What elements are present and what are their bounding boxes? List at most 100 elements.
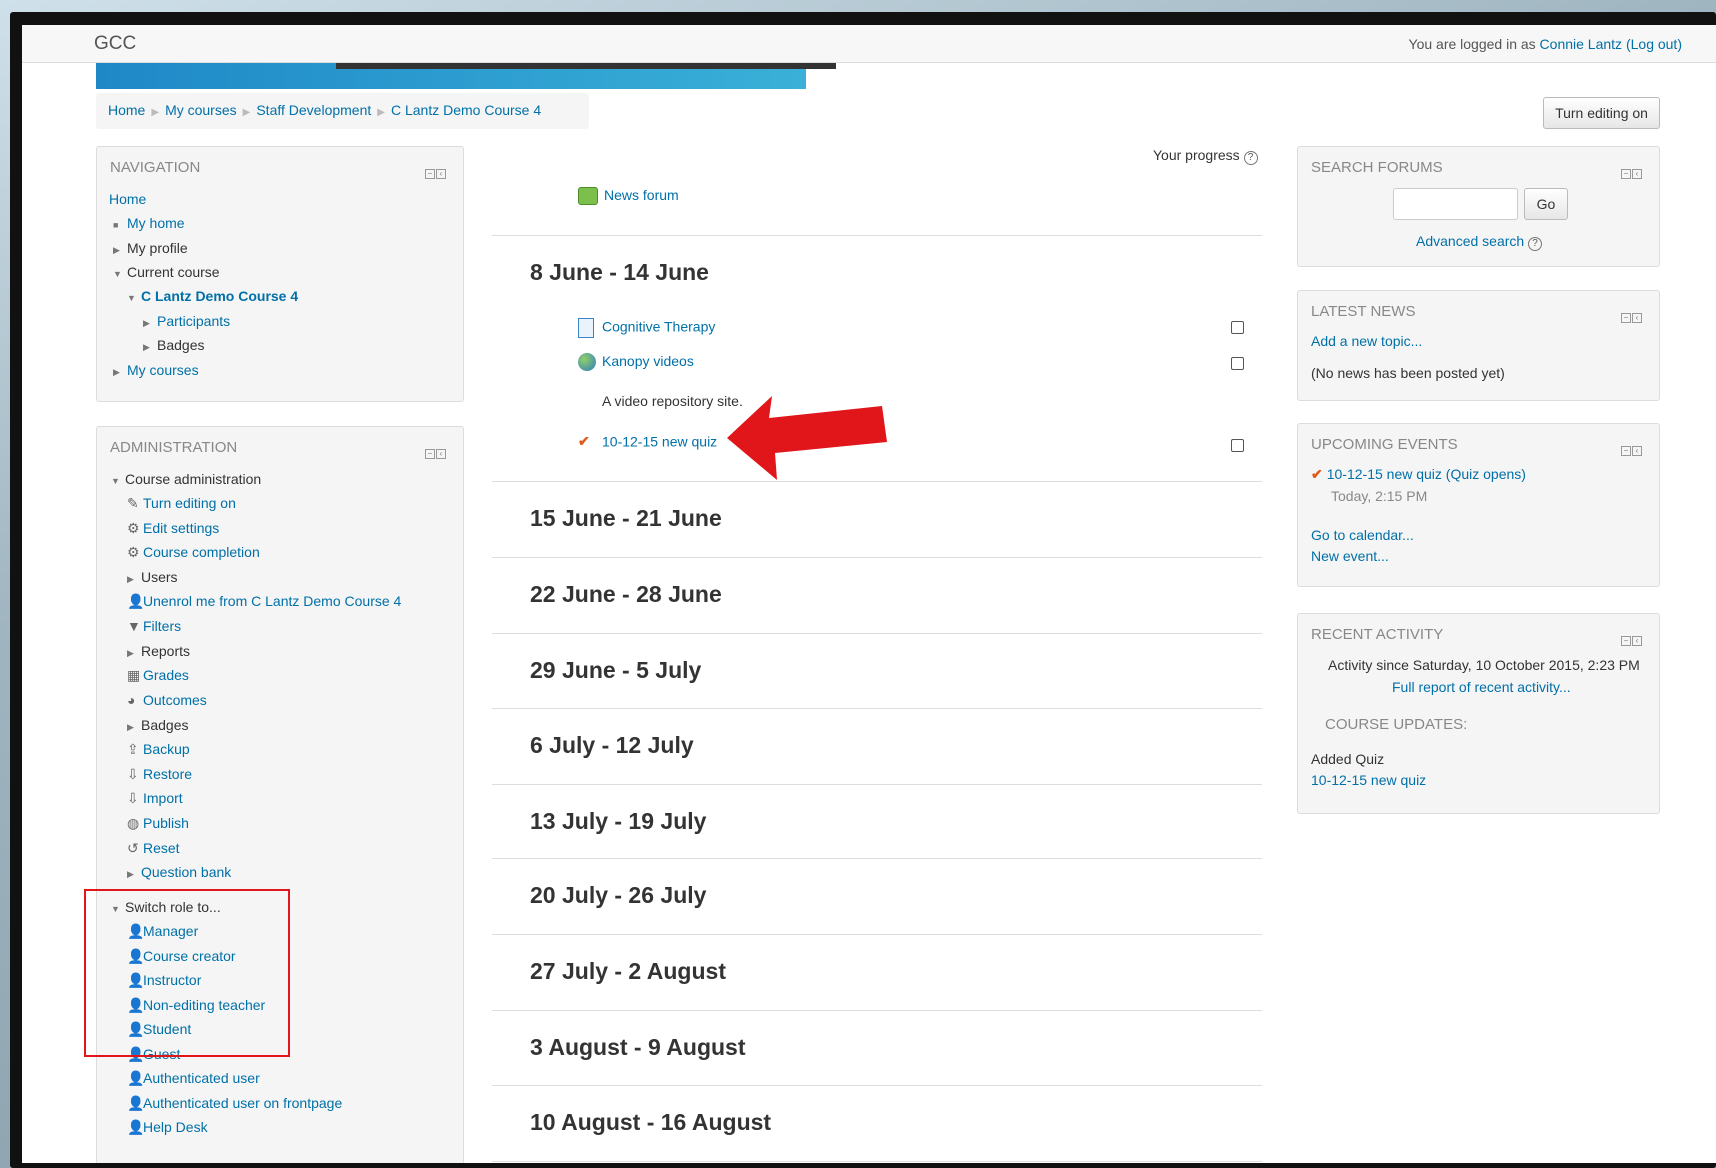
cognitive-therapy-link[interactable]: Cognitive Therapy — [602, 319, 715, 335]
expand-arrow-icon[interactable]: ▶ — [143, 318, 157, 329]
admin-course-completion[interactable]: Course completion — [143, 544, 260, 560]
completion-checkbox[interactable] — [1231, 439, 1244, 452]
dock-icon[interactable]: ‹ — [1632, 169, 1642, 179]
block-controls[interactable]: − ‹ — [425, 163, 449, 179]
search-forums-input[interactable] — [1393, 188, 1518, 220]
quiz-icon: ✔ — [1311, 466, 1323, 482]
breadcrumb-staff-development[interactable]: Staff Development — [256, 102, 371, 118]
user-icon: 👤 — [127, 1119, 145, 1135]
collapse-arrow-icon[interactable]: ▼ — [127, 293, 141, 303]
dock-icon[interactable]: ‹ — [1632, 313, 1642, 323]
quiz-link[interactable]: 10-12-15 new quiz — [602, 434, 717, 450]
kanopy-videos-link[interactable]: Kanopy videos — [602, 353, 694, 369]
import-icon: ⇩ — [127, 790, 139, 806]
help-icon[interactable]: ? — [1528, 237, 1543, 251]
admin-grades[interactable]: Grades — [143, 667, 189, 683]
grades-icon: ▦ — [127, 667, 141, 683]
section-title: 10 August - 16 August — [530, 1109, 772, 1135]
collapse-icon[interactable]: − — [425, 169, 435, 179]
section-week-4: 29 June - 5 July — [492, 634, 1262, 709]
collapse-icon[interactable]: − — [425, 449, 435, 459]
section-title: 27 July - 2 August — [530, 958, 726, 984]
site-name[interactable]: GCC — [94, 33, 136, 55]
dock-icon[interactable]: ‹ — [1632, 636, 1642, 646]
expand-arrow-icon[interactable]: ▶ — [143, 342, 157, 353]
breadcrumb-home[interactable]: Home — [108, 102, 145, 118]
breadcrumb-my-courses[interactable]: My courses — [165, 102, 237, 118]
no-news-text: (No news has been posted yet) — [1311, 365, 1505, 381]
user-name-link[interactable]: Connie Lantz — [1540, 36, 1623, 52]
expand-arrow-icon[interactable]: ▶ — [113, 367, 127, 378]
upcoming-events-block: UPCOMING EVENTS − ‹ ✔ 10-12-15 new quiz (Q… — [1297, 423, 1660, 587]
admin-publish[interactable]: Publish — [143, 815, 189, 831]
collapse-icon[interactable]: − — [1621, 313, 1631, 323]
red-arrow-annotation — [727, 396, 887, 480]
admin-users[interactable]: Users — [141, 569, 178, 585]
breadcrumb-course[interactable]: C Lantz Demo Course 4 — [391, 102, 541, 118]
role-authenticated-user[interactable]: Authenticated user — [143, 1070, 260, 1086]
admin-edit-settings[interactable]: Edit settings — [143, 520, 219, 536]
nav-current-course[interactable]: Current course — [127, 264, 220, 280]
completion-checkbox[interactable] — [1231, 321, 1244, 334]
admin-reset[interactable]: Reset — [143, 840, 180, 856]
dock-icon[interactable]: ‹ — [436, 449, 446, 459]
expand-arrow-icon[interactable]: ▶ — [127, 869, 141, 880]
news-forum-link[interactable]: News forum — [604, 187, 679, 203]
nav-my-profile[interactable]: My profile — [127, 240, 188, 256]
role-authenticated-frontpage[interactable]: Authenticated user on frontpage — [143, 1095, 342, 1111]
latest-news-header: LATEST NEWS — [1311, 303, 1416, 320]
role-help-desk[interactable]: Help Desk — [143, 1119, 208, 1135]
breadcrumb-separator-icon: ▶ — [377, 107, 385, 118]
dock-icon[interactable]: ‹ — [1632, 446, 1642, 456]
nav-my-home-link[interactable]: My home — [127, 215, 185, 231]
admin-outcomes[interactable]: Outcomes — [143, 692, 207, 708]
go-to-calendar-link[interactable]: Go to calendar... — [1311, 527, 1414, 543]
admin-restore[interactable]: Restore — [143, 766, 192, 782]
new-event-link[interactable]: New event... — [1311, 548, 1389, 564]
advanced-search-link[interactable]: Advanced search — [1416, 233, 1524, 249]
collapse-icon[interactable]: − — [1621, 636, 1631, 646]
block-controls[interactable]: − ‹ — [1621, 440, 1645, 456]
nav-my-courses-link[interactable]: My courses — [127, 362, 199, 378]
course-administration[interactable]: Course administration — [125, 471, 261, 487]
section-week-1: 8 June - 14 June Cognitive Therapy Kanop… — [492, 236, 1262, 482]
block-controls[interactable]: − ‹ — [1621, 630, 1645, 646]
admin-turn-editing-on[interactable]: Turn editing on — [143, 495, 236, 511]
logout-link[interactable]: (Log out) — [1626, 36, 1682, 52]
block-controls[interactable]: − ‹ — [1621, 163, 1645, 179]
block-controls[interactable]: − ‹ — [425, 443, 449, 459]
restore-icon: ⇩ — [127, 766, 139, 782]
search-go-button[interactable]: Go — [1524, 188, 1568, 220]
admin-unenrol[interactable]: Unenrol me from C Lantz Demo Course 4 — [143, 593, 401, 609]
collapse-icon[interactable]: − — [1621, 446, 1631, 456]
turn-editing-on-button[interactable]: Turn editing on — [1543, 97, 1660, 129]
admin-filters[interactable]: Filters — [143, 618, 181, 634]
completion-checkbox[interactable] — [1231, 357, 1244, 370]
forum-icon — [578, 187, 598, 206]
collapse-arrow-icon[interactable]: ▼ — [111, 476, 125, 486]
section-title: 13 July - 19 July — [530, 808, 707, 834]
admin-badges[interactable]: Badges — [141, 717, 188, 733]
add-new-topic-link[interactable]: Add a new topic... — [1311, 333, 1422, 349]
nav-badges[interactable]: Badges — [157, 337, 204, 353]
section-week-7: 20 July - 26 July — [492, 859, 1262, 935]
admin-import[interactable]: Import — [143, 790, 183, 806]
collapse-arrow-icon[interactable]: ▼ — [113, 269, 127, 279]
admin-reports[interactable]: Reports — [141, 643, 190, 659]
collapse-icon[interactable]: − — [1621, 169, 1631, 179]
expand-arrow-icon[interactable]: ▶ — [113, 245, 127, 256]
dock-icon[interactable]: ‹ — [436, 169, 446, 179]
admin-question-bank[interactable]: Question bank — [141, 864, 231, 880]
nav-participants-link[interactable]: Participants — [157, 313, 230, 329]
expand-arrow-icon[interactable]: ▶ — [127, 574, 141, 585]
upcoming-event-link[interactable]: 10-12-15 new quiz (Quiz opens) — [1327, 466, 1526, 482]
nav-course-link[interactable]: C Lantz Demo Course 4 — [141, 288, 298, 304]
block-controls[interactable]: − ‹ — [1621, 307, 1645, 323]
section-title: 3 August - 9 August — [530, 1034, 746, 1060]
full-report-link[interactable]: Full report of recent activity... — [1392, 679, 1571, 695]
nav-home-link[interactable]: Home — [109, 191, 146, 207]
recent-quiz-link[interactable]: 10-12-15 new quiz — [1311, 772, 1426, 788]
expand-arrow-icon[interactable]: ▶ — [127, 722, 141, 733]
expand-arrow-icon[interactable]: ▶ — [127, 648, 141, 659]
admin-backup[interactable]: Backup — [143, 741, 190, 757]
